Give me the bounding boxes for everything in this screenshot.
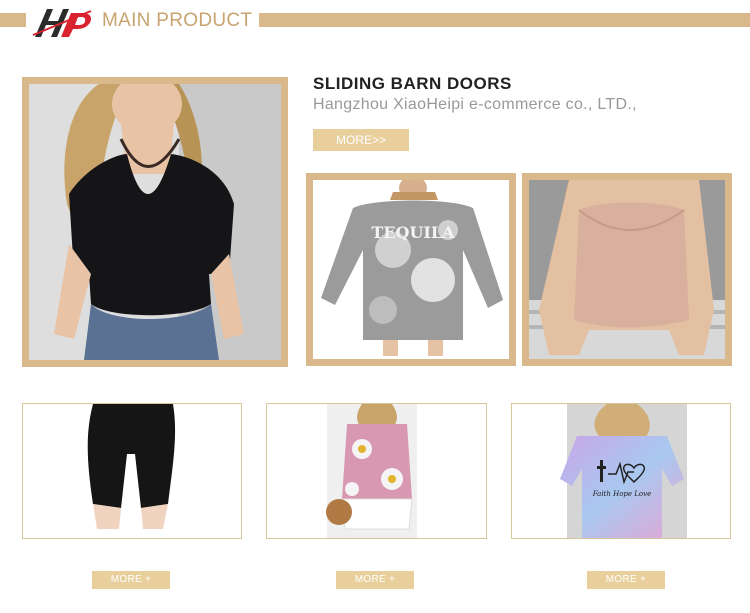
product-card-4[interactable]	[22, 403, 242, 539]
svg-text:Faith Hope Love: Faith Hope Love	[592, 490, 651, 498]
more-button-tee[interactable]: MORE +	[587, 571, 665, 589]
logo[interactable]	[31, 5, 95, 39]
tequila-tie-dye-sweatshirt-photo: TEQUILA	[313, 180, 509, 359]
more-button-dress[interactable]: MORE +	[336, 571, 414, 589]
faith-hope-love-tie-dye-tee-photo: Faith Hope Love	[512, 404, 730, 538]
product-frame-3[interactable]	[522, 173, 732, 366]
featured-headline: SLIDING BARN DOORS	[313, 74, 512, 93]
section-title: MAIN PRODUCT	[102, 10, 253, 31]
company-name: Hangzhou XiaoHeipi e-commerce co., LTD.,	[313, 96, 637, 113]
pink-floral-tank-dress-photo	[267, 404, 486, 538]
more-button-featured[interactable]: MORE>>	[313, 129, 409, 151]
hp-logo-icon	[32, 9, 92, 37]
product-frame-2[interactable]: TEQUILA	[306, 173, 516, 366]
header-bar-left	[0, 13, 26, 27]
black-biker-shorts-photo	[23, 404, 241, 538]
product-card-6[interactable]: Faith Hope Love	[511, 403, 731, 539]
more-button-shorts[interactable]: MORE +	[92, 571, 170, 589]
nude-crop-top-photo	[529, 180, 725, 359]
product-card-5[interactable]	[266, 403, 487, 539]
svg-text:TEQUILA: TEQUILA	[371, 223, 455, 242]
product-frame-1[interactable]	[22, 77, 288, 367]
black-v-neck-tshirt-photo	[29, 84, 281, 360]
header-bar-right	[259, 13, 750, 27]
